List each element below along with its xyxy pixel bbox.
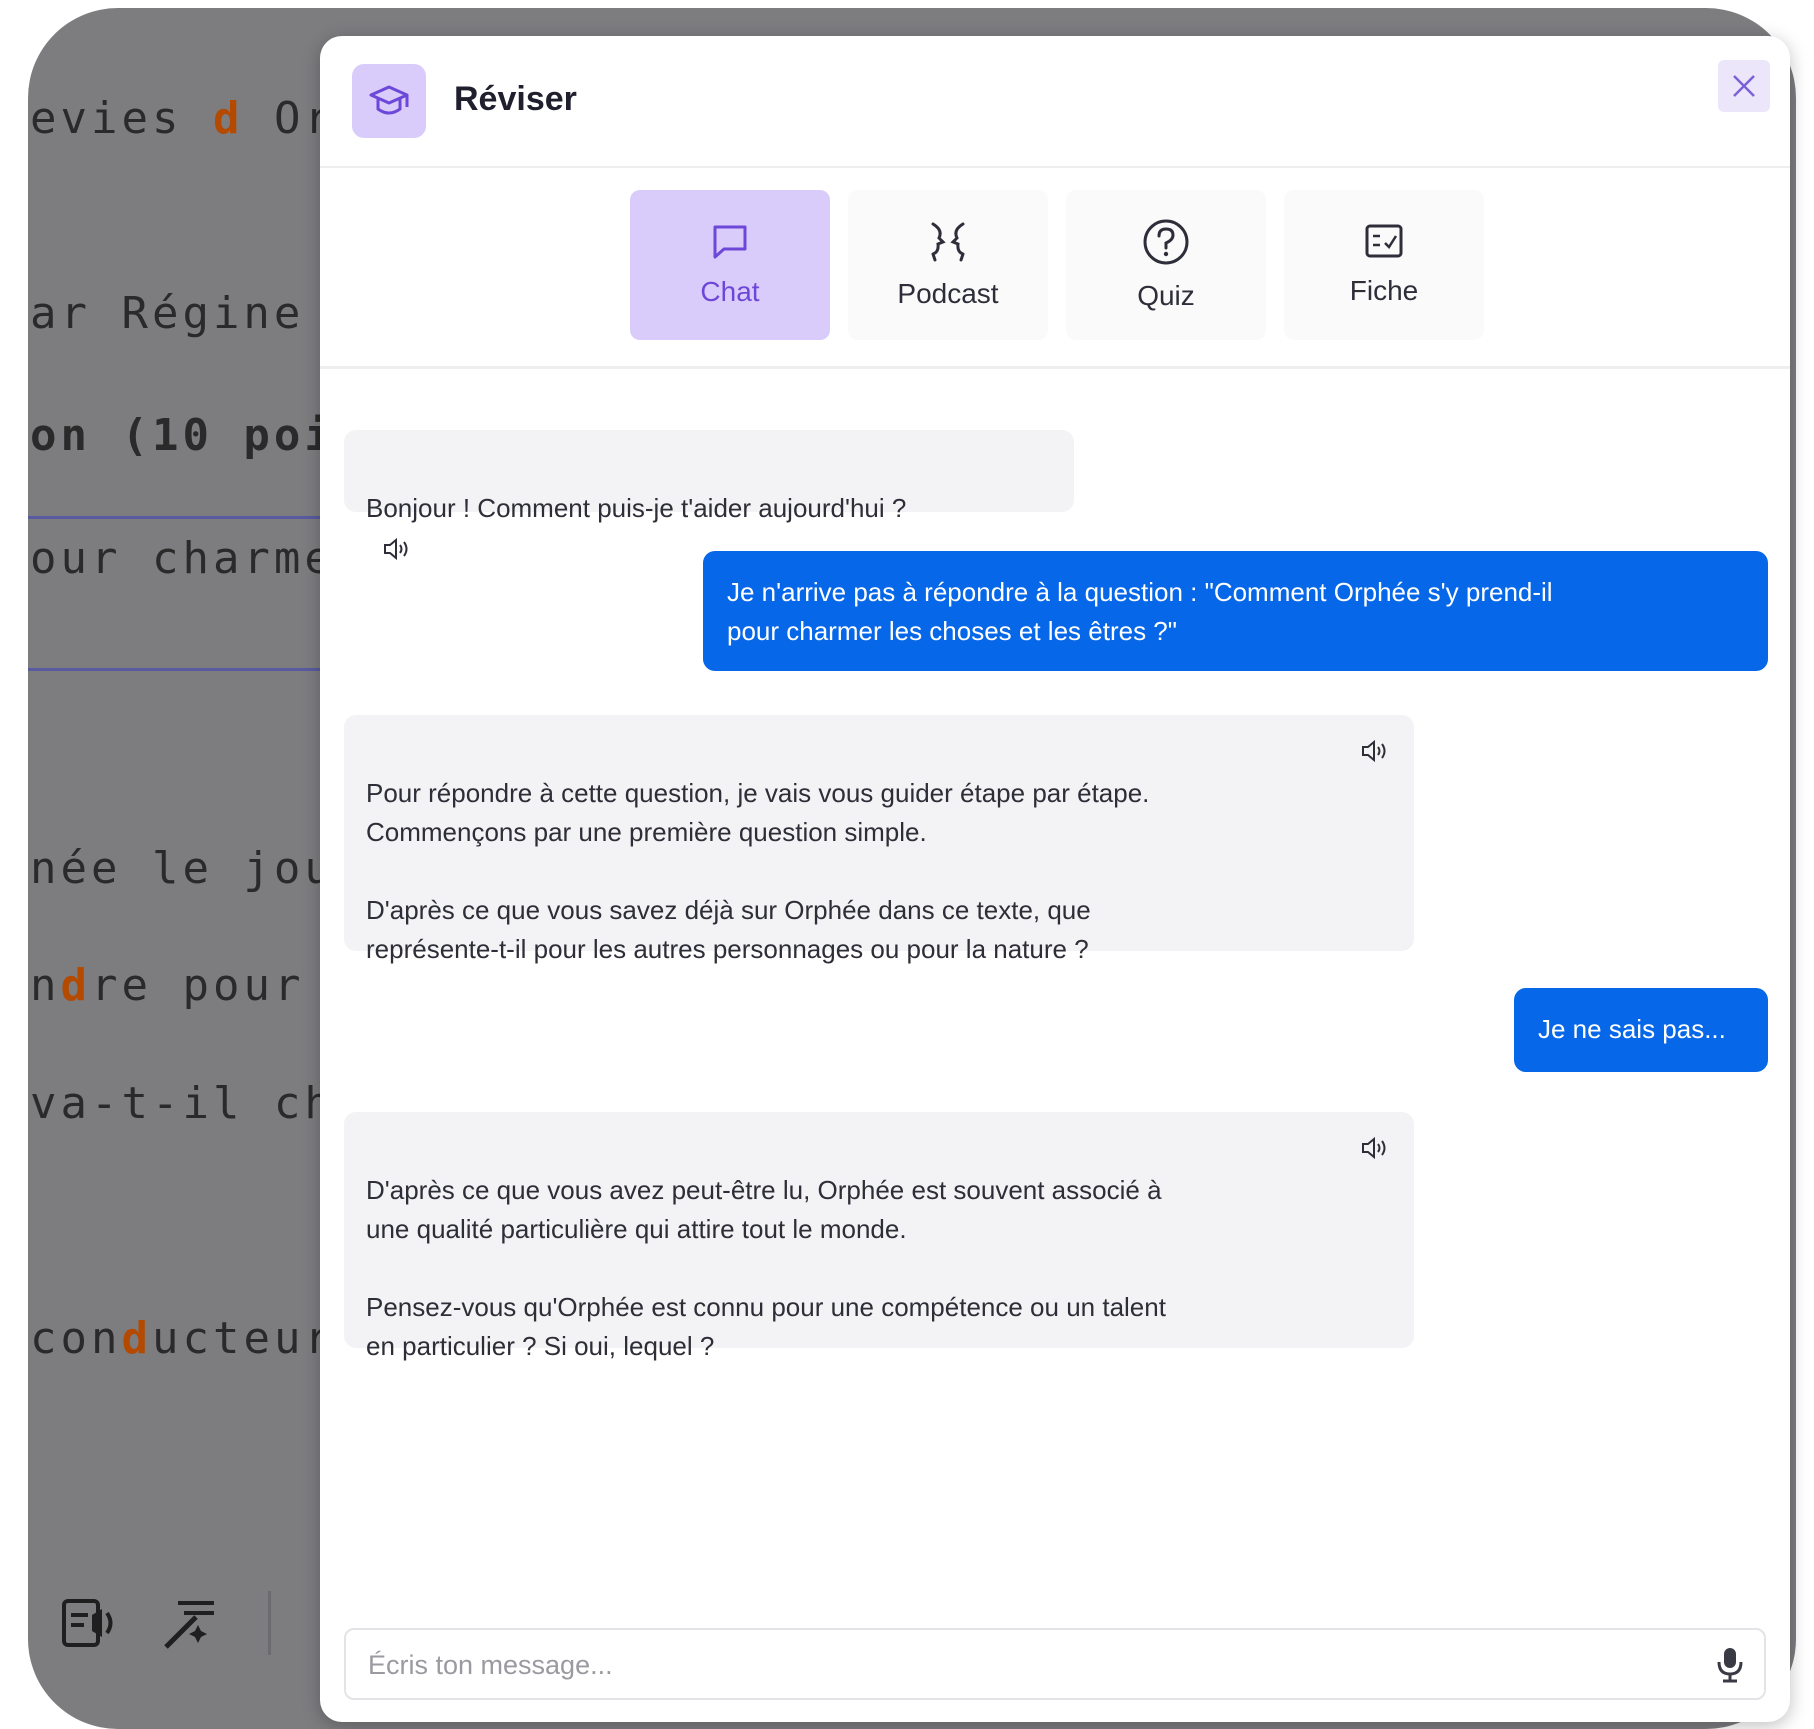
modal-title: Réviser — [454, 80, 577, 118]
doc-divider — [28, 516, 328, 519]
chat-messages: Bonjour ! Comment puis-je t'aider aujour… — [320, 370, 1790, 1620]
doc-line: our charmer — [30, 533, 366, 584]
revise-modal: Réviser Chat Podcast Quiz Fiche Bonjour … — [320, 36, 1790, 1722]
chat-bubble-icon — [713, 225, 747, 259]
tab-chat[interactable]: Chat — [630, 190, 830, 340]
tab-quiz[interactable]: Quiz — [1066, 190, 1266, 340]
tab-podcast[interactable]: Podcast — [848, 190, 1048, 340]
doc-heading: on (10 poin — [30, 410, 366, 461]
close-icon — [1733, 75, 1755, 97]
assistant-message: D'après ce que vous avez peut-être lu, O… — [344, 1112, 1414, 1361]
toolbar-separator — [268, 1591, 271, 1655]
checklist-card-icon — [1365, 224, 1403, 258]
mode-tabs: Chat Podcast Quiz Fiche — [320, 166, 1790, 369]
graduation-cap-icon — [352, 64, 426, 138]
magic-wand-icon[interactable] — [158, 1593, 218, 1653]
message-input[interactable] — [366, 1640, 1670, 1690]
question-circle-icon — [1143, 219, 1189, 265]
background-document: evies d Orph ar Régine D on (10 poin our… — [28, 8, 422, 1729]
read-aloud-icon[interactable] — [58, 1593, 118, 1653]
doc-line: ar Régine D — [30, 288, 361, 339]
doc-line: conducteur — [30, 1313, 335, 1364]
doc-divider — [28, 668, 328, 671]
microphone-icon[interactable] — [1710, 1644, 1750, 1684]
modal-header: Réviser — [320, 36, 1790, 168]
assistant-message: Bonjour ! Comment puis-je t'aider aujour… — [344, 430, 1074, 561]
speaker-icon[interactable] — [382, 537, 412, 561]
podcast-faces-icon — [931, 222, 965, 262]
user-message: Je ne sais pas... — [1514, 988, 1768, 1072]
message-composer — [344, 1628, 1766, 1700]
tab-fiche[interactable]: Fiche — [1284, 190, 1484, 340]
assistant-message: Pour répondre à cette question, je vais … — [344, 715, 1414, 964]
speaker-icon[interactable] — [1360, 739, 1390, 763]
speaker-icon[interactable] — [1360, 1136, 1390, 1160]
user-message: Je n'arrive pas à répondre à la question… — [703, 551, 1768, 671]
close-button[interactable] — [1718, 60, 1770, 112]
